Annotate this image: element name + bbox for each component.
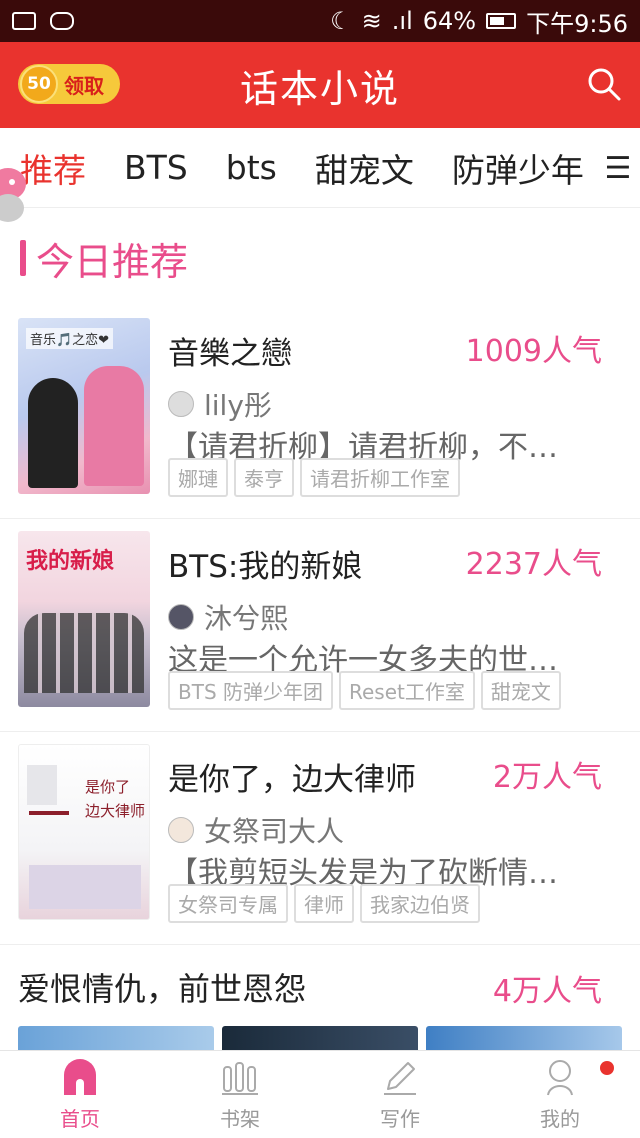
book-title[interactable]: 是你了，边大律师 <box>168 754 416 799</box>
book-cover[interactable]: 音乐🎵之恋❤ <box>18 318 150 494</box>
coin-badge: 50 <box>20 65 58 103</box>
tag-list: 女祭司专属 律师 我家边伯贤 <box>168 884 480 923</box>
tag[interactable]: BTS 防弹少年团 <box>168 671 333 710</box>
book-title[interactable]: 音樂之戀 <box>168 328 292 373</box>
tag[interactable]: 甜宠文 <box>480 671 561 710</box>
author-name: 沐兮熙 <box>204 602 289 635</box>
nav-home[interactable]: 首页 <box>0 1051 160 1138</box>
tab-bts-lower[interactable]: bts <box>226 148 277 187</box>
book-item[interactable]: 音乐🎵之恋❤ 音樂之戀 1009人气 lily彤 【请君折柳】请君折柳，不… 娜… <box>0 306 640 519</box>
signal-icon: .ıl <box>391 7 413 35</box>
book-item[interactable]: 是你了 边大律师 是你了，边大律师 2万人气 女祭司大人 【我剪短头发是为了砍断… <box>0 732 640 945</box>
book-title[interactable]: BTS:我的新娘 <box>168 541 362 586</box>
section-header: 今日推荐 <box>0 208 640 308</box>
popularity: 1009人气 <box>465 334 602 369</box>
status-bar: ☾ ≋ .ıl 64% 下午9:56 <box>0 0 640 42</box>
cover-title: 音乐🎵之恋❤ <box>26 328 114 349</box>
bookshelf-icon <box>222 1062 258 1095</box>
nav-write[interactable]: 写作 <box>320 1051 480 1138</box>
book-item[interactable]: 我的新娘 BTS:我的新娘 2237人气 沐兮熙 这是一个允许一女多夫的世… B… <box>0 519 640 732</box>
tag[interactable]: 律师 <box>294 884 354 923</box>
nav-label: 我的 <box>540 1107 580 1131</box>
nav-bookshelf[interactable]: 书架 <box>160 1051 320 1138</box>
book-cover[interactable]: 我的新娘 <box>18 531 150 707</box>
avatar <box>168 604 194 630</box>
battery-percent: 64% <box>422 7 477 35</box>
claim-coins-button[interactable]: 50 领取 <box>18 64 120 104</box>
tag[interactable]: 娜璉 <box>168 458 228 497</box>
section-accent-bar <box>20 240 26 276</box>
author-row: 沐兮熙 <box>168 597 288 637</box>
nav-label: 首页 <box>60 1107 100 1131</box>
popularity: 4万人气 <box>492 974 602 1009</box>
tag[interactable]: 我家边伯贤 <box>360 884 480 923</box>
clock: 下午9:56 <box>526 9 628 38</box>
tab-bangtan[interactable]: 防弹少年 <box>452 144 584 192</box>
section-title: 今日推荐 <box>36 239 189 284</box>
search-icon[interactable] <box>586 66 622 102</box>
cover-title: 是你了 边大律师 <box>85 778 146 820</box>
author-row: lily彤 <box>168 384 272 424</box>
tag[interactable]: 请君折柳工作室 <box>300 458 460 497</box>
app-title: 话本小说 <box>239 66 400 111</box>
book-cover[interactable]: 是你了 边大律师 <box>18 744 150 920</box>
thumbnail[interactable] <box>18 1026 214 1050</box>
bottom-nav: 首页 书架 写作 我的 <box>0 1050 640 1138</box>
moon-icon: ☾ <box>330 7 352 35</box>
tag-list: BTS 防弹少年团 Reset工作室 甜宠文 <box>168 671 561 710</box>
popularity: 2万人气 <box>492 760 602 795</box>
wifi-icon: ≋ <box>361 7 382 35</box>
collection-thumbnails[interactable] <box>18 1026 622 1050</box>
category-tabs: 推荐 BTS bts 甜宠文 防弹少年 ☰ <box>0 128 640 208</box>
popularity: 2237人气 <box>465 547 602 582</box>
app-header: 50 领取 话本小说 <box>0 42 640 128</box>
tab-sweet[interactable]: 甜宠文 <box>315 144 414 192</box>
thumbnail[interactable] <box>222 1026 418 1050</box>
collection-title[interactable]: 爱恨情仇，前世恩怨 <box>18 964 306 1010</box>
thumbnail[interactable] <box>426 1026 622 1050</box>
nav-label: 书架 <box>220 1107 260 1131</box>
profile-icon <box>547 1060 573 1096</box>
avatar <box>168 817 194 843</box>
home-icon <box>64 1059 96 1095</box>
collection-item[interactable]: 爱恨情仇，前世恩怨 4万人气 <box>0 940 640 1050</box>
pencil-icon <box>384 1062 416 1095</box>
avatar <box>168 391 194 417</box>
nav-label: 写作 <box>380 1107 420 1131</box>
tag[interactable]: 女祭司专属 <box>168 884 288 923</box>
battery-icon <box>486 13 517 29</box>
claim-label: 领取 <box>64 73 104 98</box>
author-row: 女祭司大人 <box>168 810 344 850</box>
author-name: lily彤 <box>204 389 272 422</box>
gamepad-icon <box>50 12 74 30</box>
notification-dot <box>600 1061 614 1075</box>
tag-list: 娜璉 泰亨 请君折柳工作室 <box>168 458 460 497</box>
tag[interactable]: Reset工作室 <box>339 671 475 710</box>
author-name: 女祭司大人 <box>204 815 345 848</box>
tab-bts-upper[interactable]: BTS <box>124 148 188 187</box>
cover-title: 我的新娘 <box>26 549 115 574</box>
tag[interactable]: 泰亨 <box>234 458 294 497</box>
tabs-menu-icon[interactable]: ☰ <box>596 128 640 207</box>
image-icon <box>12 12 36 30</box>
nav-profile[interactable]: 我的 <box>480 1051 640 1138</box>
